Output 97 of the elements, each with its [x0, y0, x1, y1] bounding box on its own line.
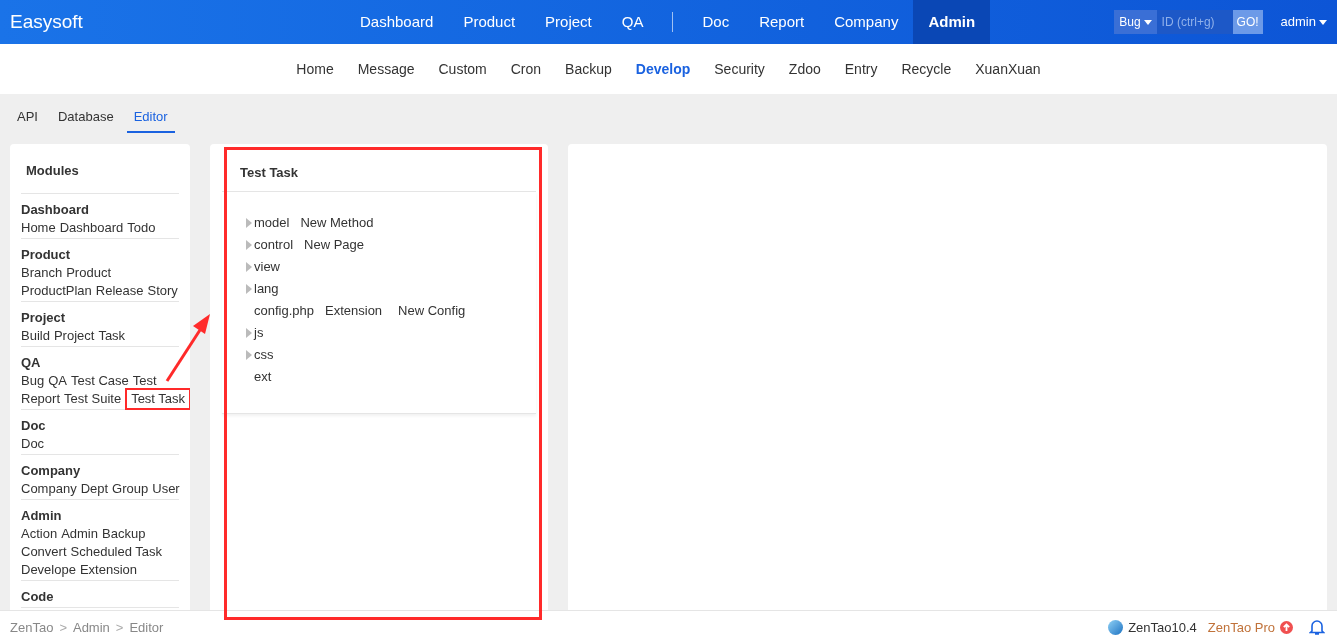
module-link[interactable]: Test Task	[125, 388, 190, 410]
subnav-item[interactable]: Custom	[427, 58, 498, 80]
expand-toggle-icon[interactable]	[246, 284, 252, 294]
module-link[interactable]: Product	[66, 264, 111, 282]
module-link[interactable]: Doc	[21, 435, 45, 453]
nav-item[interactable]: Dashboard	[345, 0, 449, 44]
breadcrumb-link[interactable]: ZenTao	[10, 617, 54, 638]
module-link[interactable]: Action	[21, 525, 58, 543]
file-tree-item[interactable]: lang	[254, 279, 279, 299]
upgrade-icon	[1280, 621, 1293, 634]
module-link[interactable]: Test	[132, 372, 157, 390]
nav-item[interactable]: Admin	[913, 0, 991, 44]
file-tree-item[interactable]: js	[254, 323, 264, 343]
module-group-title: Code	[21, 589, 54, 604]
module-group-title: Product	[21, 247, 71, 262]
type-select[interactable]: Bug	[1114, 10, 1157, 34]
panel-title: Modules	[26, 163, 79, 178]
module-link[interactable]: Home	[21, 219, 56, 237]
file-tree-item[interactable]: view	[254, 257, 280, 277]
file-tree-item[interactable]: config.php	[254, 301, 314, 321]
module-link[interactable]: User	[152, 480, 180, 498]
expand-toggle-icon[interactable]	[246, 218, 252, 228]
panel-title: Test Task	[240, 165, 299, 180]
nav-item[interactable]: Product	[448, 0, 531, 44]
caret-icon	[1319, 19, 1327, 25]
subnav-item[interactable]: Security	[703, 58, 776, 80]
module-link[interactable]: Scheduled Task	[70, 543, 163, 561]
subnav-item[interactable]: Recycle	[890, 58, 963, 80]
module-group-title: QA	[21, 355, 41, 370]
tree-action-link[interactable]: New Config	[398, 301, 466, 321]
module-link[interactable]: Todo	[127, 219, 156, 237]
module-link[interactable]: Story	[147, 282, 178, 300]
search-box[interactable]: Bug ID (ctrl+g) GO!	[1114, 10, 1263, 34]
tree-action-link[interactable]: Extension	[325, 301, 383, 321]
module-link[interactable]: Convert	[21, 543, 67, 561]
module-link[interactable]: Develope	[21, 561, 76, 579]
module-link[interactable]: Dashboard	[59, 219, 124, 237]
module-link[interactable]: Backup	[102, 525, 146, 543]
module-group-title: Admin	[21, 508, 62, 523]
file-tree-item[interactable]: ext	[254, 367, 272, 387]
module-group-title: Dashboard	[21, 202, 89, 217]
notification-bell-icon[interactable]	[1309, 619, 1325, 636]
tab[interactable]: API	[10, 103, 45, 133]
expand-toggle-icon[interactable]	[246, 240, 252, 250]
breadcrumb-separator: >	[59, 618, 67, 637]
module-link[interactable]: Dept	[80, 480, 109, 498]
nav-item[interactable]: Project	[530, 0, 607, 44]
module-link[interactable]: Task	[98, 327, 126, 345]
expand-toggle-icon[interactable]	[246, 328, 252, 338]
module-link[interactable]: Bug	[21, 372, 45, 390]
nav-item[interactable]: Company	[819, 0, 914, 44]
brand-logo[interactable]: Easysoft	[10, 10, 83, 32]
module-link[interactable]: Test Suite	[64, 390, 122, 408]
module-group-title: Company	[21, 463, 81, 478]
nav-item[interactable]: Doc	[687, 0, 745, 44]
module-link[interactable]: ProductPlan	[21, 282, 92, 300]
module-link[interactable]: QA	[48, 372, 67, 390]
breadcrumb-link[interactable]: Editor	[129, 617, 164, 638]
module-link[interactable]: Build	[21, 327, 50, 345]
expand-toggle-icon[interactable]	[246, 262, 252, 272]
user-menu[interactable]: admin	[1280, 12, 1327, 32]
tab[interactable]: Database	[50, 103, 121, 133]
expand-toggle-icon[interactable]	[246, 350, 252, 360]
subnav-item[interactable]: Message	[346, 58, 426, 80]
module-link[interactable]: Report	[21, 390, 61, 408]
module-link[interactable]: Extension	[79, 561, 138, 579]
subnav-item[interactable]: Home	[285, 58, 345, 80]
module-group-title: Project	[21, 310, 66, 325]
module-link[interactable]: Admin	[61, 525, 98, 543]
tree-action-link[interactable]: New Method	[300, 213, 374, 233]
file-tree-item[interactable]: css	[254, 345, 274, 365]
module-link[interactable]: Company	[21, 480, 77, 498]
subnav-item[interactable]: XuanXuan	[964, 58, 1052, 80]
nav-item[interactable]: Report	[744, 0, 820, 44]
module-group-title: Doc	[21, 418, 46, 433]
caret-icon	[1143, 19, 1152, 25]
version-link[interactable]: ZenTao10.4	[1128, 617, 1197, 638]
breadcrumb-link[interactable]: Admin	[72, 617, 110, 638]
file-tree-item[interactable]: model	[254, 213, 290, 233]
subnav-item[interactable]: Zdoo	[777, 58, 832, 80]
nav-item[interactable]: QA	[606, 0, 659, 44]
search-field[interactable]: ID (ctrl+g)	[1156, 10, 1233, 34]
globe-icon	[1108, 620, 1124, 635]
module-link[interactable]: Branch	[21, 264, 63, 282]
tab[interactable]: Editor	[126, 103, 175, 133]
file-tree-item[interactable]: control	[254, 235, 294, 255]
module-link[interactable]: Test Case	[70, 372, 129, 390]
upgrade-link[interactable]: ZenTao Pro	[1207, 617, 1275, 638]
tree-action-link[interactable]: New Page	[304, 235, 364, 255]
module-link[interactable]: Project	[53, 327, 95, 345]
module-link[interactable]: Group	[112, 480, 149, 498]
subnav-item[interactable]: Develop	[624, 58, 702, 80]
subnav-item[interactable]: Backup	[554, 58, 623, 80]
subnav-item[interactable]: Cron	[499, 58, 553, 80]
subnav-item[interactable]: Entry	[833, 58, 889, 80]
breadcrumb-separator: >	[115, 618, 124, 637]
module-link[interactable]: Release	[95, 282, 144, 300]
